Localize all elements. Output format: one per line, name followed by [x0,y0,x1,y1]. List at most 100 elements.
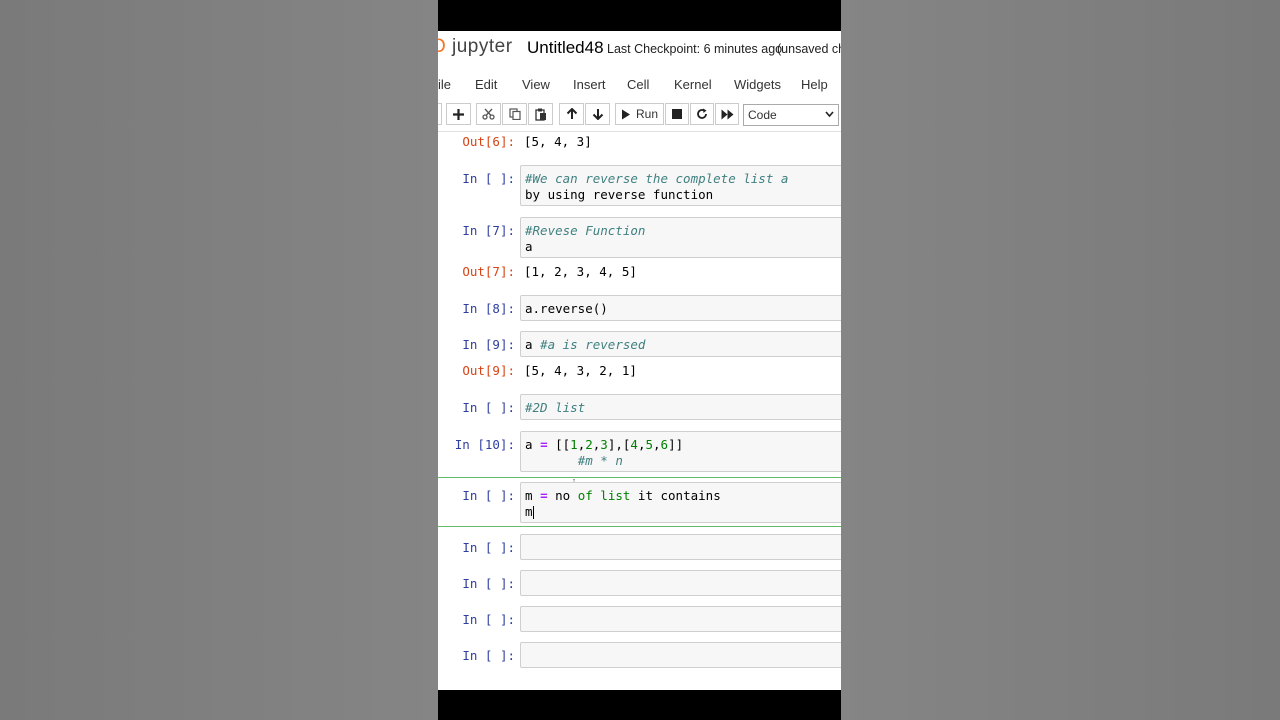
input-prompt: In [8]: [462,301,515,316]
menu-kernel[interactable]: Kernel [674,77,712,92]
code-cell[interactable]: #2D list [520,394,841,420]
cut-button[interactable] [476,103,501,125]
code-cell[interactable]: #Revese Function a [520,217,841,258]
menu-edit[interactable]: Edit [475,77,497,92]
code-cell[interactable]: #We can reverse the complete list a by u… [520,165,841,206]
code-line: by using reverse function [525,187,714,202]
arrow-down-icon [592,109,603,120]
empty-code-cell[interactable] [520,570,841,596]
code-token: no [547,488,578,503]
code-cell[interactable]: a = [[1,2,3],[4,5,6]] #m * n [520,431,841,472]
code-comment: #Revese Function [525,223,646,238]
video-frame: Ɔ jupyter Untitled48 Last Checkpoint: 6 … [438,0,841,720]
input-prompt: In [7]: [462,223,515,238]
code-cell[interactable]: a.reverse() [520,295,841,321]
move-up-button[interactable] [559,103,584,125]
interrupt-button[interactable] [665,103,689,125]
output-prompt: Out[7]: [462,264,515,279]
save-button[interactable] [438,103,442,125]
code-line: m [525,504,533,519]
input-prompt: In [ ]: [462,488,515,503]
code-token: a [525,437,541,452]
menu-help[interactable]: Help [801,77,828,92]
menu-file[interactable]: ile [438,77,451,92]
empty-code-cell[interactable] [520,534,841,560]
input-prompt: In [ ]: [462,171,515,186]
arrow-up-icon [566,108,577,119]
code-number: 3 [600,437,608,452]
fast-forward-icon [721,109,733,119]
code-comment: #We can reverse the complete list a [525,171,789,186]
code-line: a [525,337,541,352]
jupyter-logo-mark: Ɔ [438,36,447,57]
toolbar: Run Code [438,101,841,129]
restart-icon [697,108,707,119]
move-down-button[interactable] [585,103,610,125]
code-number: 6 [660,437,669,452]
code-token: m [525,488,541,503]
empty-code-cell[interactable] [520,642,841,668]
code-comment: #a is reversed [540,337,646,352]
code-number: 4 [630,437,638,452]
code-keyword: of [577,488,593,503]
output-prompt: Out[6]: [462,134,515,149]
input-prompt: In [10]: [454,437,515,452]
checkpoint-status: Last Checkpoint: 6 minutes ago [607,42,783,56]
input-prompt: In [9]: [462,337,515,352]
code-operator: = [540,437,548,452]
code-token: [[ [547,437,571,452]
notebook-container: Out[6]: [5, 4, 3] In [ ]: #We can revers… [438,132,841,690]
unsaved-status: (unsaved cha [777,42,841,56]
code-comment: #m * n [577,453,623,468]
code-number: 1 [570,437,578,452]
menu-widgets[interactable]: Widgets [734,77,781,92]
output-area: [5, 4, 3] [524,134,592,149]
text-caret [532,506,534,519]
input-prompt: In [ ]: [462,576,515,591]
jupyter-logo-text: jupyter [452,36,513,57]
stop-icon [672,109,682,119]
notebook-name[interactable]: Untitled48 [527,38,604,58]
input-prompt: In [ ]: [462,400,515,415]
menubar: ile Edit View Insert Cell Kernel Widgets… [438,71,841,99]
code-token: it contains [630,488,721,503]
menu-view[interactable]: View [522,77,550,92]
input-prompt: In [ ]: [462,612,515,627]
run-button[interactable]: Run [615,103,664,125]
copy-button[interactable] [502,103,527,125]
output-area: [1, 2, 3, 4, 5] [524,264,637,279]
cell-type-value: Code [748,108,777,122]
code-cell[interactable]: a #a is reversed [520,331,841,357]
output-area: [5, 4, 3, 2, 1] [524,363,637,378]
run-label: Run [635,107,658,121]
menu-cell[interactable]: Cell [627,77,649,92]
background-right [841,0,1280,720]
paste-icon [534,108,546,121]
play-icon [621,109,630,119]
input-prompt: In [ ]: [462,540,515,555]
input-prompt: In [ ]: [462,648,515,663]
code-number: 5 [645,437,653,452]
restart-button[interactable] [690,103,714,125]
chevron-down-icon [825,111,834,118]
insert-cell-button[interactable] [446,103,471,125]
paste-button[interactable] [528,103,553,125]
scissors-icon [482,108,495,120]
background-left [0,0,438,720]
restart-run-all-button[interactable] [715,103,739,125]
code-operator: = [540,488,548,503]
code-comment: #2D list [525,400,586,415]
copy-icon [508,108,521,120]
jupyter-notebook-window: Ɔ jupyter Untitled48 Last Checkpoint: 6 … [438,31,841,690]
plus-icon [453,108,464,120]
empty-code-cell[interactable] [520,606,841,632]
menu-insert[interactable]: Insert [573,77,606,92]
cell-type-select[interactable]: Code [743,104,839,126]
notebook-header: Ɔ jupyter Untitled48 Last Checkpoint: 6 … [438,31,841,67]
code-line: a.reverse() [525,301,608,316]
active-code-cell[interactable]: m = no of list it contains m [520,482,841,523]
jupyter-logo[interactable]: Ɔ jupyter [438,36,513,58]
output-prompt: Out[9]: [462,363,515,378]
code-number: 2 [585,437,593,452]
code-builtin: list [600,488,631,503]
